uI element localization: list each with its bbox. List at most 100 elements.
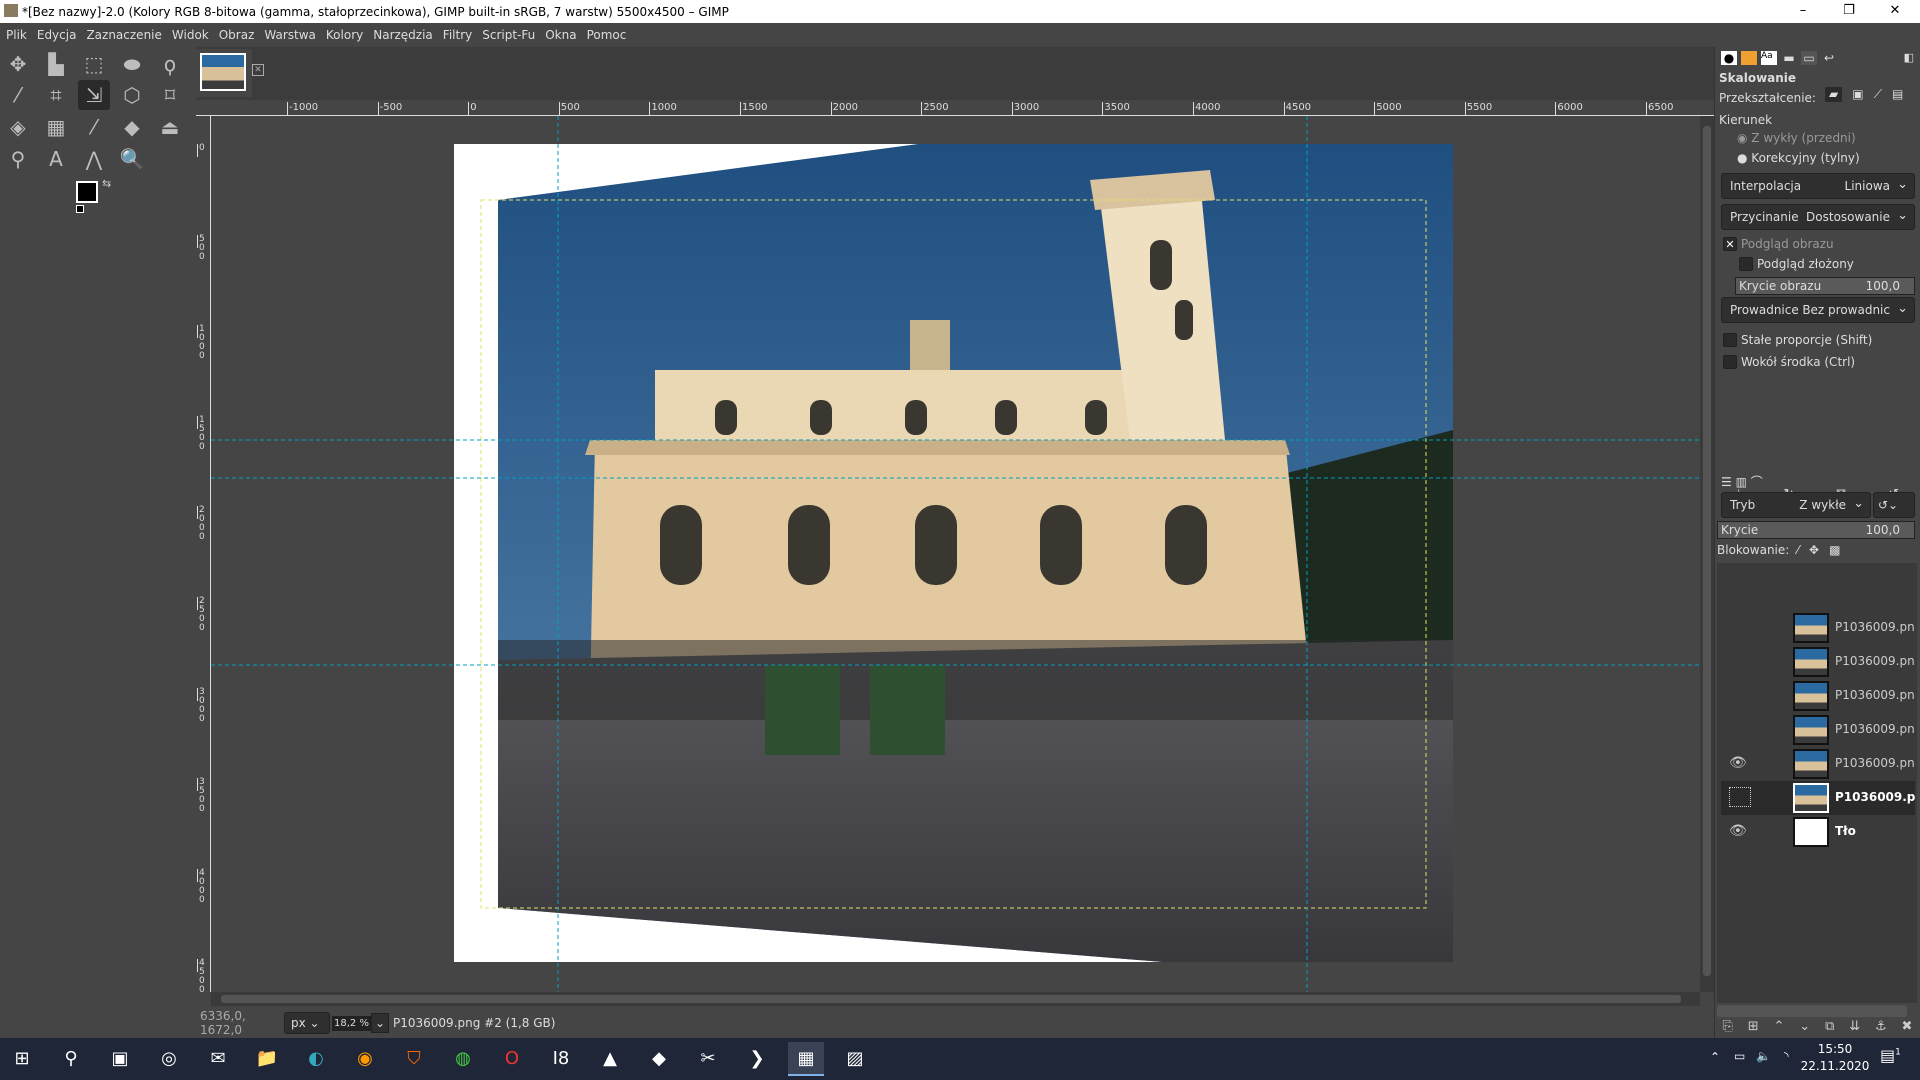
edge-icon[interactable]: ◐ <box>298 1042 334 1076</box>
maximize-button[interactable]: ❐ <box>1826 0 1872 23</box>
lock-position-icon[interactable]: ✥ <box>1809 543 1819 557</box>
layer-composite-select[interactable]: ↺⌄ <box>1873 492 1915 518</box>
clipping-select[interactable]: Przycinanie Dostosowanie ⌄ <box>1721 204 1915 230</box>
gimp-icon[interactable]: ▦ <box>788 1042 824 1076</box>
brave-icon[interactable]: ⛉ <box>396 1042 432 1076</box>
text-tool-icon[interactable]: A <box>40 144 72 174</box>
merge-layer-icon[interactable]: ⇊ <box>1849 1019 1860 1034</box>
lock-pixels-icon[interactable]: ⁄ <box>1797 543 1799 557</box>
menu-1[interactable]: Edycja <box>37 28 77 42</box>
align-tool-icon[interactable]: ▙ <box>40 49 72 79</box>
zoom-input[interactable]: 18,2 % <box>332 1015 371 1031</box>
menu-10[interactable]: Okna <box>545 28 576 42</box>
new-layer-group-icon[interactable]: ⊞ <box>1748 1019 1759 1034</box>
layer-row[interactable]: P1036009.png <box>1721 781 1915 815</box>
opera-icon[interactable]: O <box>494 1042 530 1076</box>
firefox-icon[interactable]: ◉ <box>347 1042 383 1076</box>
layer-row[interactable]: 👁 P1036009.png <box>1721 747 1915 781</box>
move-tool-icon[interactable]: ✥ <box>2 49 34 79</box>
tool-options-tab-icon[interactable]: ▭ <box>1801 51 1817 65</box>
perspective-tool-icon[interactable]: ⬡ <box>116 80 148 110</box>
free-select-icon[interactable]: ϙ <box>154 49 186 79</box>
menu-6[interactable]: Kolory <box>326 28 363 42</box>
foreground-color-swatch[interactable] <box>76 181 98 203</box>
ellipse-select-icon[interactable]: ⬬ <box>116 49 148 79</box>
layer-row[interactable]: P1036009.png <box>1721 679 1915 713</box>
fuzzy-select-icon[interactable]: ⁄ <box>2 80 34 110</box>
lower-layer-icon[interactable]: ⌄ <box>1799 1019 1810 1034</box>
layer-mode-select[interactable]: Tryb Z wykłe ⌄ <box>1721 492 1871 518</box>
layer-row[interactable]: P1036009.png <box>1721 611 1915 645</box>
menu-3[interactable]: Widok <box>172 28 209 42</box>
default-colors-icon[interactable] <box>76 205 84 213</box>
menu-8[interactable]: Filtry <box>443 28 472 42</box>
interpolation-select[interactable]: Interpolacja Liniowa ⌄ <box>1721 173 1915 199</box>
menu-7[interactable]: Narzędzia <box>373 28 433 42</box>
lock-alpha-icon[interactable]: ▩ <box>1829 543 1840 557</box>
direction-corrective-radio[interactable]: ● Korekcyjny (tylny) <box>1737 151 1860 165</box>
delete-layer-icon[interactable]: ✖ <box>1902 1019 1913 1034</box>
menu-4[interactable]: Obraz <box>219 28 255 42</box>
rect-select-icon[interactable]: ⬚ <box>78 49 110 79</box>
direction-normal-radio[interactable]: ◉ Z wykły (przedni) <box>1737 131 1856 145</box>
gradients-tab-icon[interactable]: ▬ <box>1781 51 1797 65</box>
image-canvas[interactable] <box>211 116 1700 992</box>
photos-icon[interactable]: ▨ <box>837 1042 873 1076</box>
keep-aspect-checkbox[interactable] <box>1723 333 1737 347</box>
fonts-tab-icon[interactable]: Aa <box>1761 51 1777 65</box>
composited-preview-checkbox[interactable] <box>1739 257 1753 271</box>
bucket-fill-icon[interactable]: ◈ <box>2 112 34 142</box>
menu-11[interactable]: Pomoc <box>587 28 627 42</box>
raise-layer-icon[interactable]: ⌃ <box>1774 1019 1785 1034</box>
dock-menu-icon[interactable]: ◧ <box>1904 51 1914 64</box>
layer-row[interactable]: P1036009.png <box>1721 645 1915 679</box>
duplicate-layer-icon[interactable]: ⧉ <box>1825 1019 1834 1034</box>
show-preview-checkbox[interactable]: ✕ <box>1723 237 1737 251</box>
scale-tool-icon[interactable]: ⇲ <box>78 80 110 110</box>
eraser-icon[interactable]: ◆ <box>116 112 148 142</box>
gradient-tool-icon[interactable]: ▦ <box>40 112 72 142</box>
menu-5[interactable]: Warstwa <box>264 28 316 42</box>
close-tab-icon[interactable]: ✕ <box>252 64 264 76</box>
search-icon[interactable]: ⚲ <box>53 1042 89 1076</box>
transform-layer-icon[interactable]: ▰ <box>1825 87 1843 102</box>
layer-row[interactable]: P1036009.png <box>1721 713 1915 747</box>
eye-icon[interactable]: 👁 <box>1729 755 1747 771</box>
layer-opacity-spinner[interactable]: Krycie 100,0 <box>1717 521 1915 539</box>
measure-tool-icon[interactable]: ⋀ <box>78 144 110 174</box>
layer-row[interactable]: 👁 Tło <box>1721 815 1915 849</box>
undo-history-tab-icon[interactable]: ↩ <box>1821 51 1837 65</box>
crop-tool-icon[interactable]: ⌗ <box>40 80 72 110</box>
channels-tab-icon[interactable]: ▥ <box>1736 475 1747 489</box>
minimize-button[interactable]: – <box>1780 0 1826 23</box>
vertical-scrollbar[interactable] <box>1700 116 1714 992</box>
paths-tab-icon[interactable]: ⌒ <box>1751 475 1763 489</box>
transform-selection-icon[interactable]: ▣ <box>1852 87 1863 102</box>
cage-tool-icon[interactable]: ⌑ <box>154 80 186 110</box>
image-tab[interactable] <box>196 49 252 97</box>
visibility-toggle[interactable] <box>1729 787 1751 807</box>
patterns-tab-icon[interactable] <box>1741 51 1757 65</box>
chrome-icon[interactable]: ◍ <box>445 1042 481 1076</box>
image-opacity-spinner[interactable]: Krycie obrazu 100,0 <box>1735 277 1915 295</box>
task-view-icon[interactable]: ▣ <box>102 1042 138 1076</box>
smudge-tool-icon[interactable]: ⚲ <box>2 144 34 174</box>
around-center-checkbox[interactable] <box>1723 355 1737 369</box>
menu-0[interactable]: Plik <box>6 28 27 42</box>
menu-2[interactable]: Zaznaczenie <box>86 28 161 42</box>
close-button[interactable]: ✕ <box>1872 0 1918 23</box>
zoom-dropdown[interactable]: ⌄ <box>370 1013 390 1033</box>
anchor-layer-icon[interactable]: ⚓ <box>1875 1019 1887 1034</box>
zoom-tool-icon[interactable]: 🔍 <box>116 144 148 174</box>
affinity-icon[interactable]: ▲ <box>592 1042 628 1076</box>
start-icon[interactable]: ⊞ <box>4 1042 40 1076</box>
eye-icon[interactable]: 👁 <box>1729 823 1747 839</box>
file-explorer-icon[interactable]: 📁 <box>249 1042 285 1076</box>
app-tool-icon[interactable]: ✂ <box>690 1042 726 1076</box>
menu-9[interactable]: Script-Fu <box>482 28 535 42</box>
new-layer-icon[interactable]: ⎘ <box>1722 1019 1732 1034</box>
tray-overflow-icon[interactable]: ⌃ <box>1710 1050 1720 1064</box>
transform-path-icon[interactable]: ⟋ <box>1874 87 1882 102</box>
clone-tool-icon[interactable]: ⏏ <box>154 112 186 142</box>
app-cube-icon[interactable]: ◆ <box>641 1042 677 1076</box>
